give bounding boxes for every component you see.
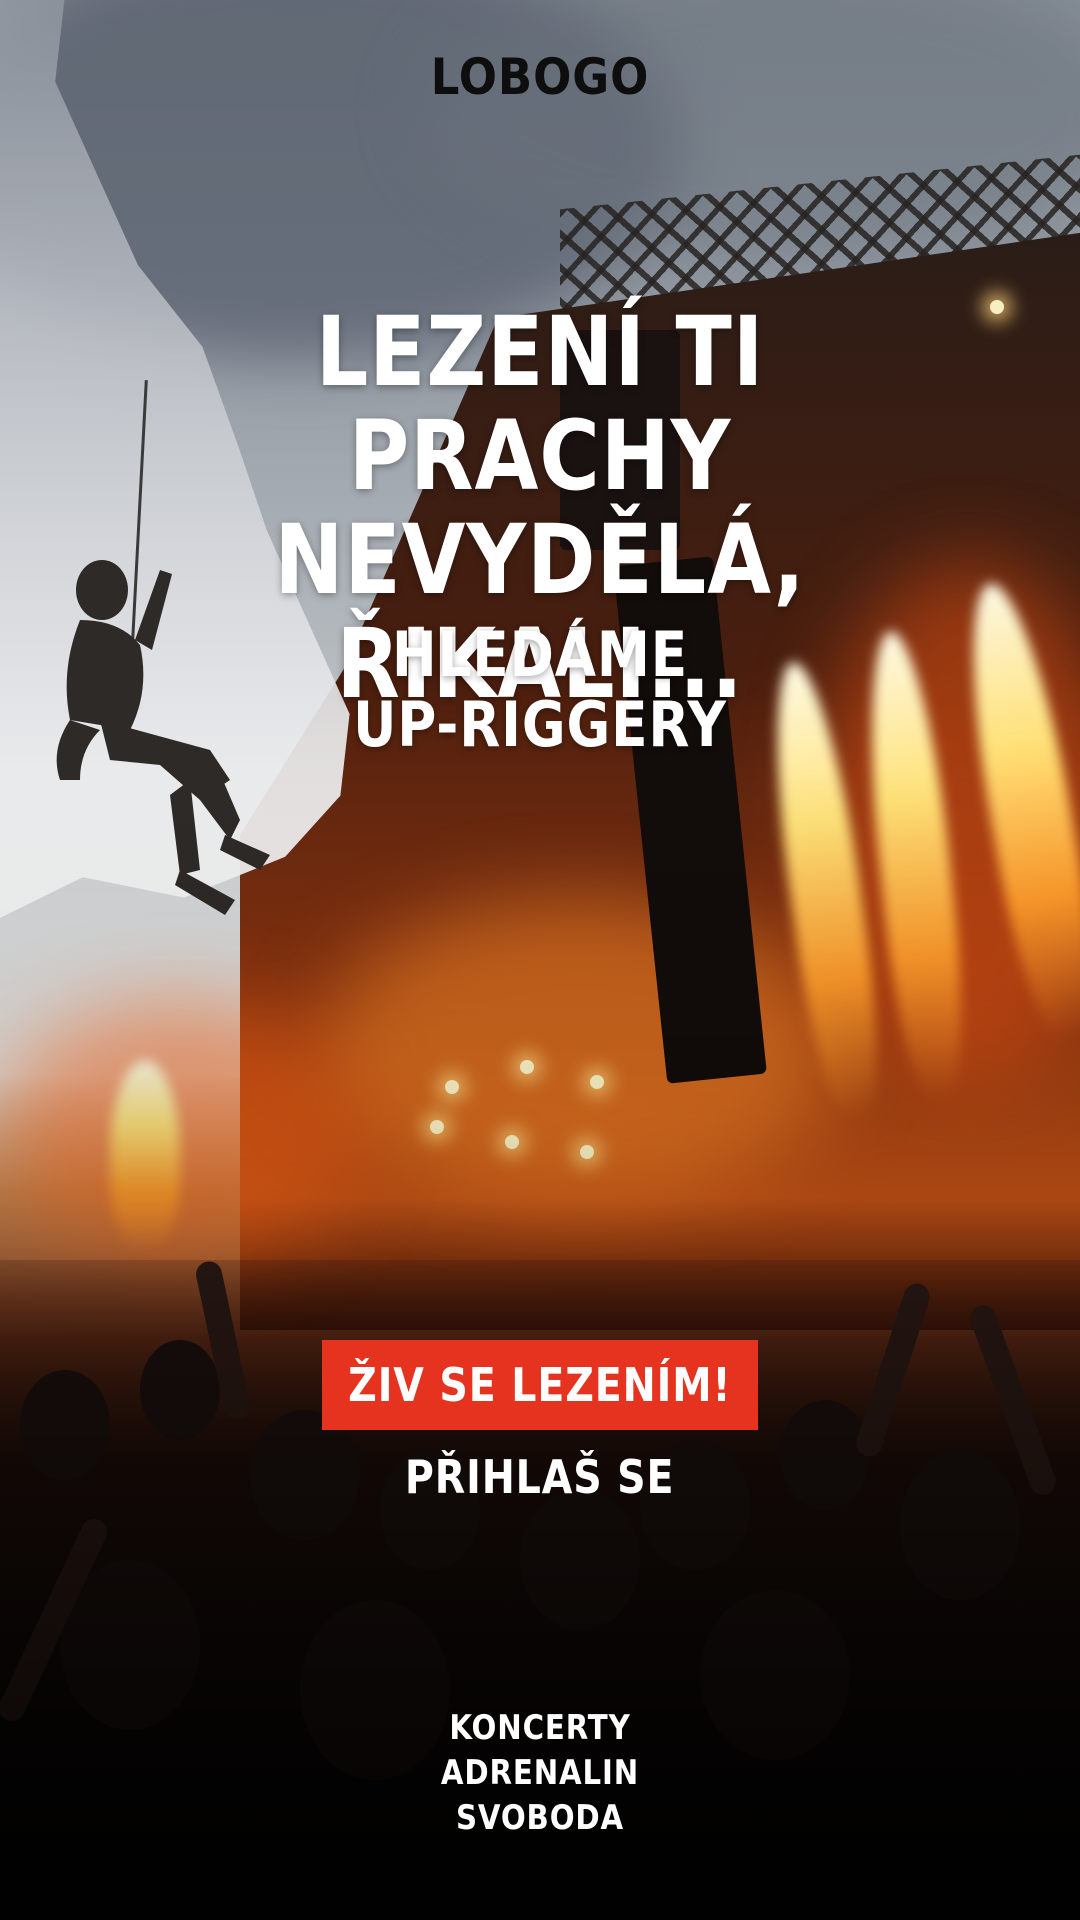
bottom-shade [0,0,1080,1920]
signup-link-label: PŘIHLAŠ SE [405,1450,675,1504]
background-photo [0,0,1080,1920]
tag-item: ADRENALIN [440,1753,640,1793]
tag-item: SVOBODA [455,1798,625,1838]
subheadline: HLEDÁME UP-RIGGERY [239,620,841,760]
subheadline-line: UP-RIGGERY [353,688,727,761]
signup-link[interactable]: PŘIHLAŠ SE [340,1450,740,1504]
tag-list: KONCERTY ADRENALIN SVOBODA [390,1706,690,1841]
tag-item: KONCERTY [449,1708,631,1748]
brand-logo[interactable]: LOBOGO [54,48,1026,106]
cta-button[interactable]: ŽIV SE LEZENÍM! [322,1340,758,1430]
cta-button-label: ŽIV SE LEZENÍM! [348,1358,732,1412]
subheadline-line: HLEDÁME [391,618,689,691]
headline-line: LEZENÍ TI PRACHY [315,296,765,512]
